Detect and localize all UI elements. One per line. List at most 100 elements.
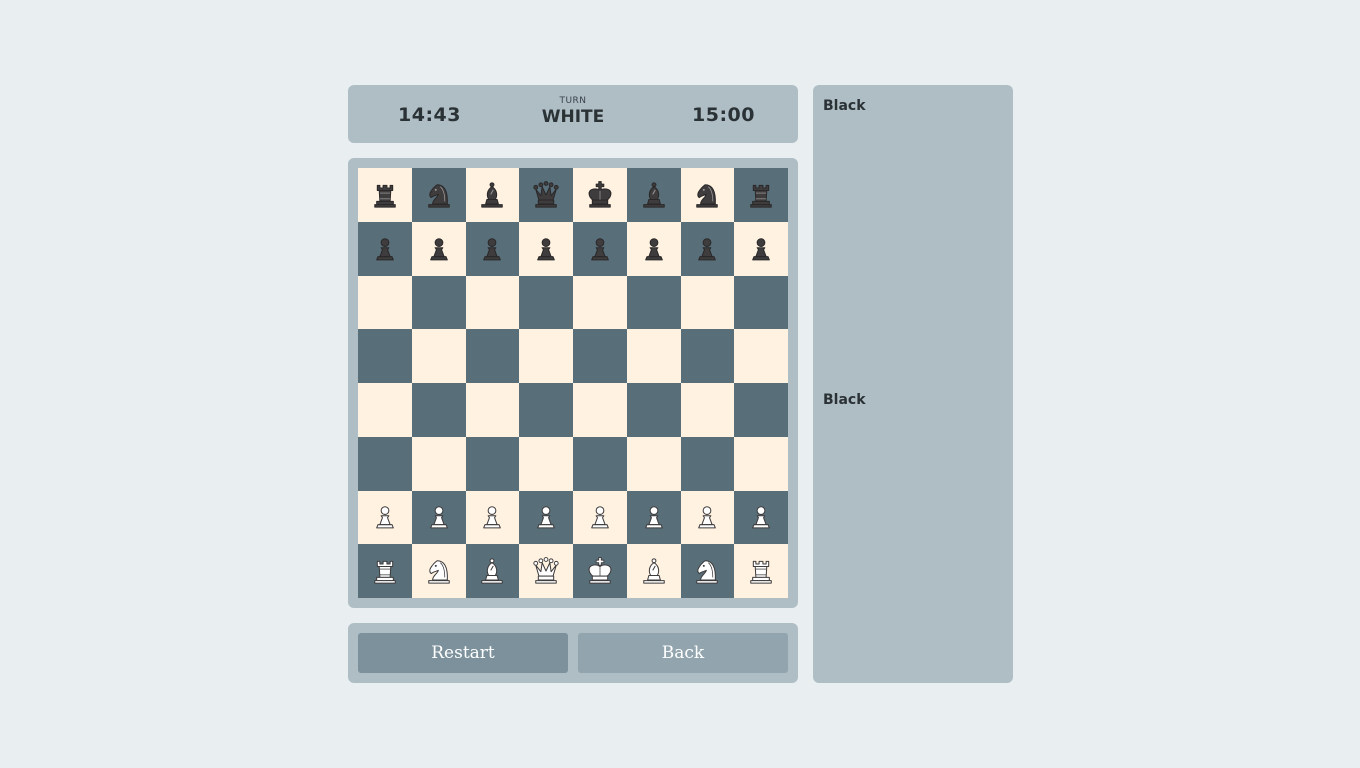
square-a3[interactable] xyxy=(358,436,412,491)
restart-button[interactable]: Restart xyxy=(358,633,568,673)
square-h6[interactable] xyxy=(734,275,788,330)
square-d2[interactable] xyxy=(519,490,573,545)
square-f8[interactable] xyxy=(626,168,681,222)
square-d1[interactable] xyxy=(519,544,573,598)
black-pawn-icon[interactable] xyxy=(745,233,777,265)
white-knight-icon[interactable] xyxy=(691,555,723,587)
black-bishop-icon[interactable] xyxy=(638,179,670,211)
square-f7[interactable] xyxy=(626,221,681,276)
square-g5[interactable] xyxy=(680,329,735,383)
black-pawn-icon[interactable] xyxy=(423,233,455,265)
square-e4[interactable] xyxy=(573,383,627,437)
black-rook-icon[interactable] xyxy=(745,179,777,211)
square-b5[interactable] xyxy=(411,329,466,383)
black-rook-icon[interactable] xyxy=(369,179,401,211)
square-a1[interactable] xyxy=(358,544,412,598)
square-h1[interactable] xyxy=(734,544,788,598)
square-d4[interactable] xyxy=(519,383,573,437)
square-c2[interactable] xyxy=(465,490,520,545)
square-f5[interactable] xyxy=(626,329,681,383)
square-c5[interactable] xyxy=(465,329,520,383)
square-c1[interactable] xyxy=(465,544,520,598)
black-pawn-icon[interactable] xyxy=(691,233,723,265)
square-b4[interactable] xyxy=(411,383,466,437)
square-d6[interactable] xyxy=(519,275,573,330)
white-pawn-icon[interactable] xyxy=(745,501,777,533)
square-g8[interactable] xyxy=(680,168,735,222)
square-h3[interactable] xyxy=(734,436,788,491)
square-c3[interactable] xyxy=(465,436,520,491)
black-knight-icon[interactable] xyxy=(423,179,455,211)
square-b7[interactable] xyxy=(411,221,466,276)
black-bishop-icon[interactable] xyxy=(476,179,508,211)
square-c6[interactable] xyxy=(465,275,520,330)
white-bishop-icon[interactable] xyxy=(638,555,670,587)
square-e3[interactable] xyxy=(573,436,627,491)
black-king-icon[interactable] xyxy=(584,179,616,211)
black-pawn-icon[interactable] xyxy=(638,233,670,265)
square-b3[interactable] xyxy=(411,436,466,491)
black-knight-icon[interactable] xyxy=(691,179,723,211)
square-f1[interactable] xyxy=(626,544,681,598)
square-b8[interactable] xyxy=(411,168,466,222)
square-e6[interactable] xyxy=(573,275,627,330)
white-king-icon[interactable] xyxy=(584,555,616,587)
square-b6[interactable] xyxy=(411,275,466,330)
square-d8[interactable] xyxy=(519,168,573,222)
square-a7[interactable] xyxy=(358,221,412,276)
square-a6[interactable] xyxy=(358,275,412,330)
square-a2[interactable] xyxy=(358,490,412,545)
square-f4[interactable] xyxy=(626,383,681,437)
square-b1[interactable] xyxy=(411,544,466,598)
square-b2[interactable] xyxy=(411,490,466,545)
black-pawn-icon[interactable] xyxy=(476,233,508,265)
square-a8[interactable] xyxy=(358,168,412,222)
white-rook-icon[interactable] xyxy=(369,555,401,587)
square-f2[interactable] xyxy=(626,490,681,545)
white-knight-icon[interactable] xyxy=(423,555,455,587)
square-d3[interactable] xyxy=(519,436,573,491)
square-c7[interactable] xyxy=(465,221,520,276)
black-pawn-icon[interactable] xyxy=(530,233,562,265)
square-h5[interactable] xyxy=(734,329,788,383)
square-e5[interactable] xyxy=(573,329,627,383)
white-pawn-icon[interactable] xyxy=(584,501,616,533)
chess-board[interactable] xyxy=(358,168,788,598)
square-e2[interactable] xyxy=(573,490,627,545)
square-f6[interactable] xyxy=(626,275,681,330)
square-h7[interactable] xyxy=(734,221,788,276)
square-d7[interactable] xyxy=(519,221,573,276)
square-h4[interactable] xyxy=(734,383,788,437)
white-pawn-icon[interactable] xyxy=(369,501,401,533)
back-button[interactable]: Back xyxy=(578,633,788,673)
square-c4[interactable] xyxy=(465,383,520,437)
square-d5[interactable] xyxy=(519,329,573,383)
square-h8[interactable] xyxy=(734,168,788,222)
square-e1[interactable] xyxy=(573,544,627,598)
white-pawn-icon[interactable] xyxy=(530,501,562,533)
black-pawn-icon[interactable] xyxy=(369,233,401,265)
captured-pieces-panel: Black Black xyxy=(813,85,1013,683)
square-g7[interactable] xyxy=(680,221,735,276)
square-g6[interactable] xyxy=(680,275,735,330)
square-g1[interactable] xyxy=(680,544,735,598)
white-pawn-icon[interactable] xyxy=(423,501,455,533)
white-pawn-icon[interactable] xyxy=(638,501,670,533)
square-a4[interactable] xyxy=(358,383,412,437)
square-g3[interactable] xyxy=(680,436,735,491)
white-bishop-icon[interactable] xyxy=(476,555,508,587)
white-rook-icon[interactable] xyxy=(745,555,777,587)
square-g2[interactable] xyxy=(680,490,735,545)
white-pawn-icon[interactable] xyxy=(691,501,723,533)
square-f3[interactable] xyxy=(626,436,681,491)
square-a5[interactable] xyxy=(358,329,412,383)
square-e8[interactable] xyxy=(573,168,627,222)
square-h2[interactable] xyxy=(734,490,788,545)
white-queen-icon[interactable] xyxy=(530,555,562,587)
square-e7[interactable] xyxy=(573,221,627,276)
black-pawn-icon[interactable] xyxy=(584,233,616,265)
white-pawn-icon[interactable] xyxy=(476,501,508,533)
square-g4[interactable] xyxy=(680,383,735,437)
square-c8[interactable] xyxy=(465,168,520,222)
black-queen-icon[interactable] xyxy=(530,179,562,211)
